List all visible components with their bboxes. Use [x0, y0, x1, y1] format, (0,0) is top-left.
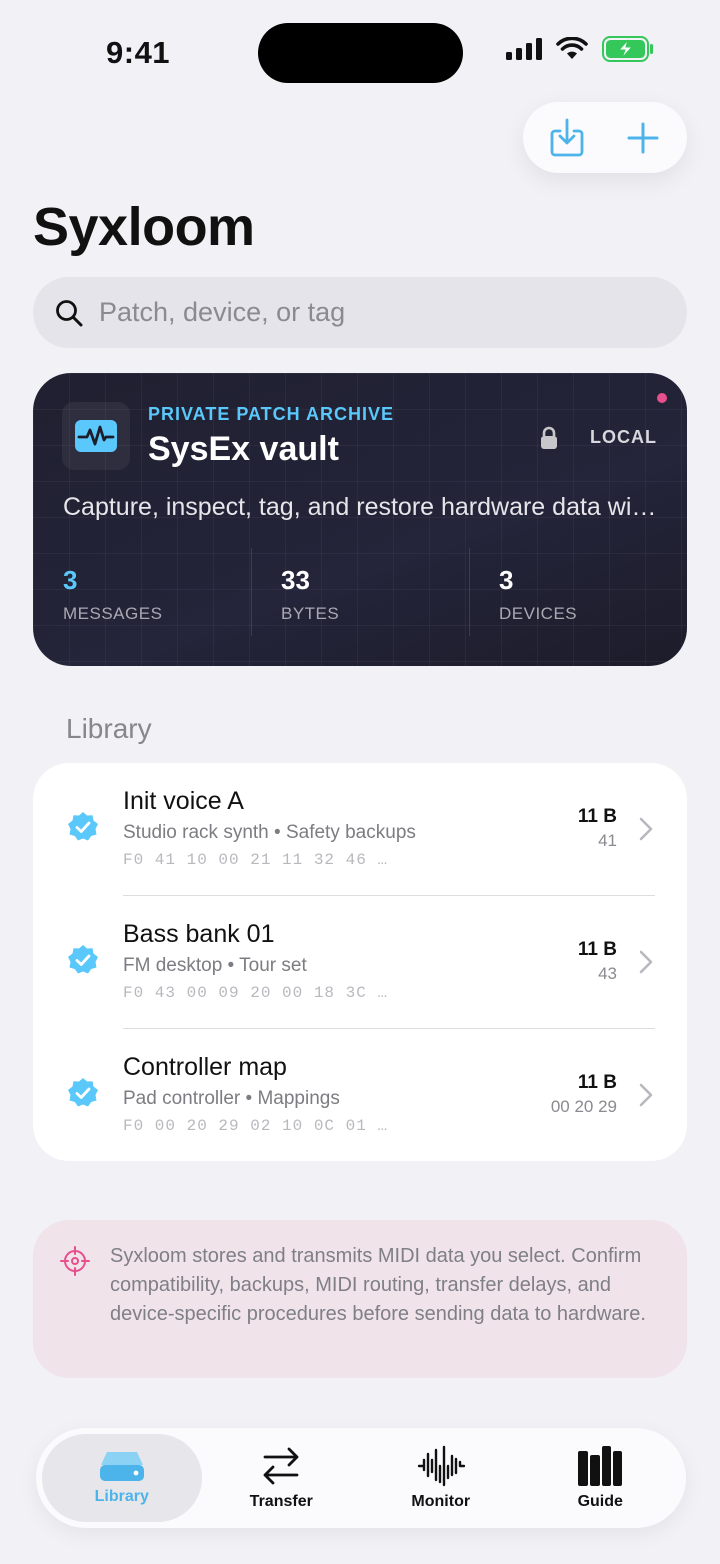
item-subtitle: FM desktop • Tour set	[123, 955, 307, 976]
item-hex-preview: F0 43 00 09 20 00 18 3C …	[123, 984, 389, 1002]
lock-icon	[541, 426, 557, 449]
tab-label: Guide	[577, 1493, 623, 1510]
target-icon	[60, 1246, 90, 1276]
battery-charging-icon	[602, 36, 653, 62]
chevron-right-icon	[639, 1083, 653, 1107]
stat-label: DEVICES	[499, 604, 578, 623]
tab-bar: Library Transfer Monitor Guide	[36, 1428, 686, 1528]
header-actions	[523, 102, 687, 173]
chevron-right-icon	[639, 817, 653, 841]
item-manufacturer-id: 00 20 29	[550, 1097, 617, 1116]
verified-badge-icon	[68, 1078, 98, 1107]
item-tag: Safety backups	[285, 822, 416, 843]
add-button[interactable]	[613, 108, 673, 168]
item-device: Pad controller	[123, 1088, 241, 1109]
stat-value: 33	[281, 565, 310, 595]
item-size: 11 B	[577, 939, 617, 960]
item-subtitle: Studio rack synth • Safety backups	[123, 822, 416, 843]
item-size: 11 B	[577, 1072, 617, 1093]
stat-messages: 3 MESSAGES	[33, 548, 251, 638]
vault-logo	[62, 402, 130, 470]
tab-monitor[interactable]: Monitor	[361, 1434, 521, 1522]
books-icon	[578, 1446, 623, 1486]
wifi-icon	[556, 37, 588, 59]
stat-value: 3	[63, 565, 78, 595]
tab-label: Library	[94, 1488, 149, 1505]
item-title: Controller map	[123, 1053, 287, 1081]
stat-label: BYTES	[281, 604, 340, 623]
tab-label: Transfer	[249, 1493, 313, 1510]
waveform-badge-icon	[75, 420, 117, 452]
vault-title: SysEx vault	[148, 430, 339, 468]
chevron-right-icon	[639, 950, 653, 974]
item-size: 11 B	[577, 806, 617, 827]
list-item[interactable]: Bass bank 01 FM desktop • Tour set F0 43…	[33, 896, 687, 1029]
list-item[interactable]: Controller map Pad controller • Mappings…	[33, 1029, 687, 1161]
item-device: Studio rack synth	[123, 822, 269, 843]
notice-text: Syxloom stores and transmits MIDI data y…	[110, 1245, 646, 1325]
dynamic-island	[258, 23, 463, 83]
tab-guide[interactable]: Guide	[521, 1434, 681, 1522]
item-manufacturer-id: 43	[598, 964, 617, 983]
stat-label: MESSAGES	[63, 604, 163, 623]
waveform-icon	[417, 1445, 465, 1487]
stat-bytes: 33 BYTES	[251, 548, 469, 638]
status-icons	[506, 36, 654, 62]
vault-card[interactable]: PRIVATE PATCH ARCHIVE SysEx vault LOCAL …	[33, 373, 687, 666]
tray-arrow-down-icon	[550, 118, 584, 156]
arrows-left-right-icon	[263, 1447, 299, 1485]
search-input[interactable]	[99, 297, 619, 328]
status-bar: 9:41	[0, 0, 720, 100]
import-button[interactable]	[537, 108, 597, 168]
status-dot	[657, 393, 667, 403]
stat-devices: 3 DEVICES	[469, 548, 687, 638]
item-title: Bass bank 01	[123, 920, 275, 948]
item-tag: Mappings	[257, 1088, 340, 1109]
item-device: FM desktop	[123, 955, 223, 976]
tab-library[interactable]: Library	[42, 1434, 202, 1522]
disclaimer-notice: Syxloom stores and transmits MIDI data y…	[33, 1220, 687, 1378]
item-manufacturer-id: 41	[598, 831, 617, 850]
item-title: Init voice A	[123, 787, 244, 815]
tab-transfer[interactable]: Transfer	[202, 1434, 362, 1522]
vault-description: Capture, inspect, tag, and restore hardw…	[63, 493, 657, 521]
item-hex-preview: F0 00 20 29 02 10 0C 01 …	[123, 1117, 389, 1135]
stat-value: 3	[499, 565, 514, 595]
library-list: Init voice A Studio rack synth • Safety …	[33, 763, 687, 1161]
item-hex-preview: F0 41 10 00 21 11 32 46 …	[123, 851, 389, 869]
search-icon	[56, 299, 83, 326]
search-bar[interactable]	[33, 277, 687, 348]
section-label-library: Library	[66, 713, 152, 744]
tab-label: Monitor	[411, 1493, 471, 1510]
plus-icon	[627, 122, 659, 153]
item-tag: Tour set	[239, 955, 307, 976]
verified-badge-icon	[68, 812, 98, 841]
vault-stats: 3 MESSAGES 33 BYTES 3 DEVICES	[33, 548, 687, 638]
cellular-signal-icon	[506, 38, 542, 60]
page-title: Syxloom	[33, 197, 255, 257]
drive-icon	[99, 1452, 144, 1481]
list-item[interactable]: Init voice A Studio rack synth • Safety …	[33, 763, 687, 896]
item-subtitle: Pad controller • Mappings	[123, 1088, 340, 1109]
vault-eyebrow: PRIVATE PATCH ARCHIVE	[148, 404, 395, 424]
status-time: 9:41	[106, 35, 171, 70]
local-badge: LOCAL	[590, 427, 657, 447]
verified-badge-icon	[68, 945, 98, 974]
